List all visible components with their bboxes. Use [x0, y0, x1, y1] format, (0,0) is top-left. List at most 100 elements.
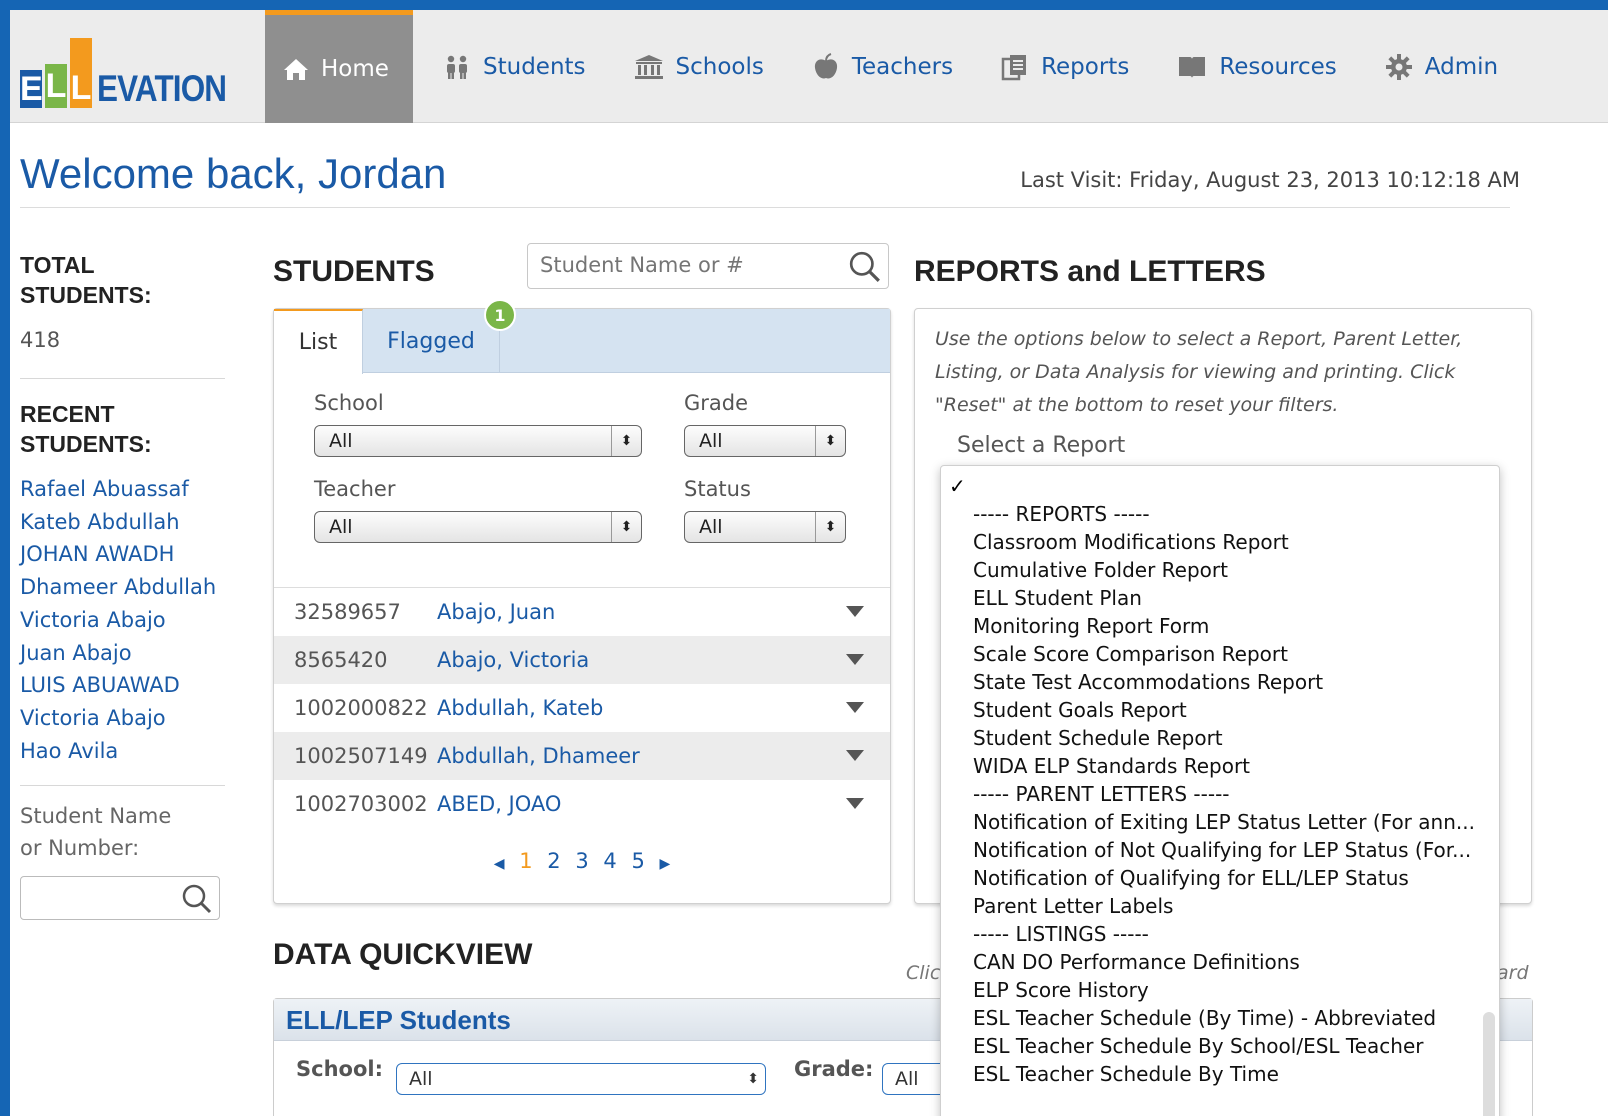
report-option[interactable]: Monitoring Report Form	[973, 612, 1475, 640]
page-title: Welcome back, Jordan	[20, 150, 447, 197]
apple-icon	[812, 52, 840, 81]
report-option[interactable]: CAN DO Performance Definitions	[973, 948, 1475, 976]
student-name-link[interactable]: Abdullah, Kateb	[437, 696, 603, 720]
report-option[interactable]: Notification of Exiting LEP Status Lette…	[973, 808, 1475, 836]
page-link-current[interactable]: 1	[519, 849, 532, 873]
recent-student-link[interactable]: Juan Abajo	[20, 637, 225, 670]
table-row[interactable]: 1002703002 ABED, JOAO	[274, 780, 890, 828]
status-filter-value: All	[699, 516, 723, 538]
status-filter-select[interactable]: All ⬍	[684, 511, 846, 543]
recent-student-link[interactable]: Hao Avila	[20, 735, 225, 768]
report-option[interactable]: ESL Teacher Schedule By School/ESL Teach…	[973, 1032, 1475, 1060]
quickview-school-select[interactable]: All ⬍	[396, 1063, 766, 1095]
table-row[interactable]: 1002000822 Abdullah, Kateb	[274, 684, 890, 732]
quickview-note-left: Clic	[906, 962, 941, 984]
report-option[interactable]: ELL Student Plan	[973, 584, 1475, 612]
school-filter-label: School	[314, 391, 384, 415]
sidebar-search-input[interactable]	[20, 876, 220, 921]
book-icon	[1177, 54, 1207, 80]
recent-student-link[interactable]: JOHAN AWADH	[20, 538, 225, 571]
nav-teachers[interactable]: Teachers	[788, 10, 977, 123]
teacher-filter-label: Teacher	[314, 477, 396, 501]
teacher-filter-select[interactable]: All ⬍	[314, 511, 642, 543]
nav-admin[interactable]: Admin	[1361, 10, 1522, 123]
row-dropdown-icon[interactable]	[846, 702, 864, 713]
row-dropdown-icon[interactable]	[846, 750, 864, 761]
report-select-dropdown[interactable]: ✓ ----- REPORTS ----- Classroom Modifica…	[940, 465, 1500, 1116]
recent-student-link[interactable]: Kateb Abdullah	[20, 506, 225, 539]
dropdown-scrollbar[interactable]	[1483, 1012, 1495, 1116]
student-name-link[interactable]: Abajo, Victoria	[437, 648, 589, 672]
recent-student-link[interactable]: Victoria Abajo	[20, 604, 225, 637]
nav-resources[interactable]: Resources	[1153, 10, 1360, 123]
report-option[interactable]: Classroom Modifications Report	[973, 528, 1475, 556]
report-option-header[interactable]: ----- PARENT LETTERS -----	[973, 780, 1475, 808]
tab-flagged[interactable]: Flagged	[363, 309, 500, 373]
grade-filter-select[interactable]: All ⬍	[684, 425, 846, 457]
recent-student-link[interactable]: Dhameer Abdullah	[20, 571, 225, 604]
select-report-label: Select a Report	[957, 433, 1126, 458]
students-table: 32589657 Abajo, Juan 8565420 Abajo, Vict…	[274, 587, 890, 828]
nav-admin-label: Admin	[1424, 53, 1499, 80]
grade-filter-label: Grade	[684, 391, 749, 415]
school-filter-value: All	[329, 430, 353, 452]
table-row[interactable]: 8565420 Abajo, Victoria	[274, 636, 890, 684]
row-dropdown-icon[interactable]	[846, 654, 864, 665]
flagged-count-badge: 1	[484, 299, 516, 331]
select-arrows-icon: ⬍	[815, 426, 845, 456]
report-option[interactable]: Student Schedule Report	[973, 724, 1475, 752]
report-option[interactable]: ESL Teacher Schedule (By Time) - Abbrevi…	[973, 1004, 1475, 1032]
logo-letter-l2: L	[70, 38, 92, 108]
tab-list[interactable]: List	[274, 309, 363, 374]
page-link[interactable]: 2	[547, 849, 560, 873]
report-option[interactable]: Notification of Not Qualifying for LEP S…	[973, 836, 1475, 864]
report-option-header[interactable]: ----- LISTINGS -----	[973, 920, 1475, 948]
page-link[interactable]: 5	[631, 849, 644, 873]
search-icon[interactable]	[848, 250, 882, 288]
nav-reports[interactable]: Reports	[977, 10, 1153, 123]
report-option[interactable]: Scale Score Comparison Report	[973, 640, 1475, 668]
left-sidebar: TOTAL STUDENTS: 418 RECENT STUDENTS: Rafae…	[20, 250, 225, 921]
report-option[interactable]: Cumulative Folder Report	[973, 556, 1475, 584]
student-search-input[interactable]	[528, 244, 828, 286]
report-option[interactable]: ELP Score History	[973, 976, 1475, 1004]
people-icon	[443, 55, 471, 79]
recent-students-list: Rafael Abuassaf Kateb Abdullah JOHAN AWA…	[20, 473, 225, 767]
school-filter-select[interactable]: All ⬍	[314, 425, 642, 457]
table-row[interactable]: 1002507149 Abdullah, Dhameer	[274, 732, 890, 780]
report-option[interactable]: Notification of Qualifying for ELL/LEP S…	[973, 864, 1475, 892]
total-heading-line1: TOTAL	[20, 252, 95, 278]
nav-schools[interactable]: Schools	[610, 10, 788, 123]
report-option[interactable]: ESL Teacher Schedule By Time	[973, 1060, 1475, 1088]
report-option[interactable]: Student Goals Report	[973, 696, 1475, 724]
reports-description: Use the options below to select a Report…	[935, 328, 1463, 416]
recent-student-link[interactable]: LUIS ABUAWAD	[20, 669, 225, 702]
search-icon[interactable]	[181, 883, 213, 919]
student-name-link[interactable]: ABED, JOAO	[437, 792, 561, 816]
table-row[interactable]: 32589657 Abajo, Juan	[274, 588, 890, 636]
nav-resources-label: Resources	[1219, 53, 1337, 80]
page-link[interactable]: 4	[603, 849, 616, 873]
row-dropdown-icon[interactable]	[846, 798, 864, 809]
nav-students[interactable]: Students	[419, 10, 610, 123]
report-option[interactable]: WIDA ELP Standards Report	[973, 752, 1475, 780]
row-dropdown-icon[interactable]	[846, 606, 864, 617]
report-option[interactable]: State Test Accommodations Report	[973, 668, 1475, 696]
nav-home[interactable]: Home	[265, 10, 413, 123]
total-students-count: 418	[20, 328, 61, 352]
pagination: ◀ 1 2 3 4 5 ▶	[274, 849, 890, 873]
logo[interactable]: E L L EVATION	[20, 28, 249, 108]
select-arrows-icon: ⬍	[611, 512, 641, 542]
next-page-icon[interactable]: ▶	[660, 856, 671, 872]
prev-page-icon[interactable]: ◀	[494, 856, 505, 872]
logo-text: EVATION	[97, 68, 227, 109]
nav-teachers-label: Teachers	[851, 53, 954, 80]
report-option[interactable]: Parent Letter Labels	[973, 892, 1475, 920]
student-name-link[interactable]: Abajo, Juan	[437, 600, 555, 624]
page-link[interactable]: 3	[575, 849, 588, 873]
report-option-header[interactable]: ----- REPORTS -----	[973, 500, 1475, 528]
quickview-school-value: All	[409, 1068, 433, 1090]
recent-student-link[interactable]: Rafael Abuassaf	[20, 473, 225, 506]
student-name-link[interactable]: Abdullah, Dhameer	[437, 744, 640, 768]
recent-student-link[interactable]: Victoria Abajo	[20, 702, 225, 735]
